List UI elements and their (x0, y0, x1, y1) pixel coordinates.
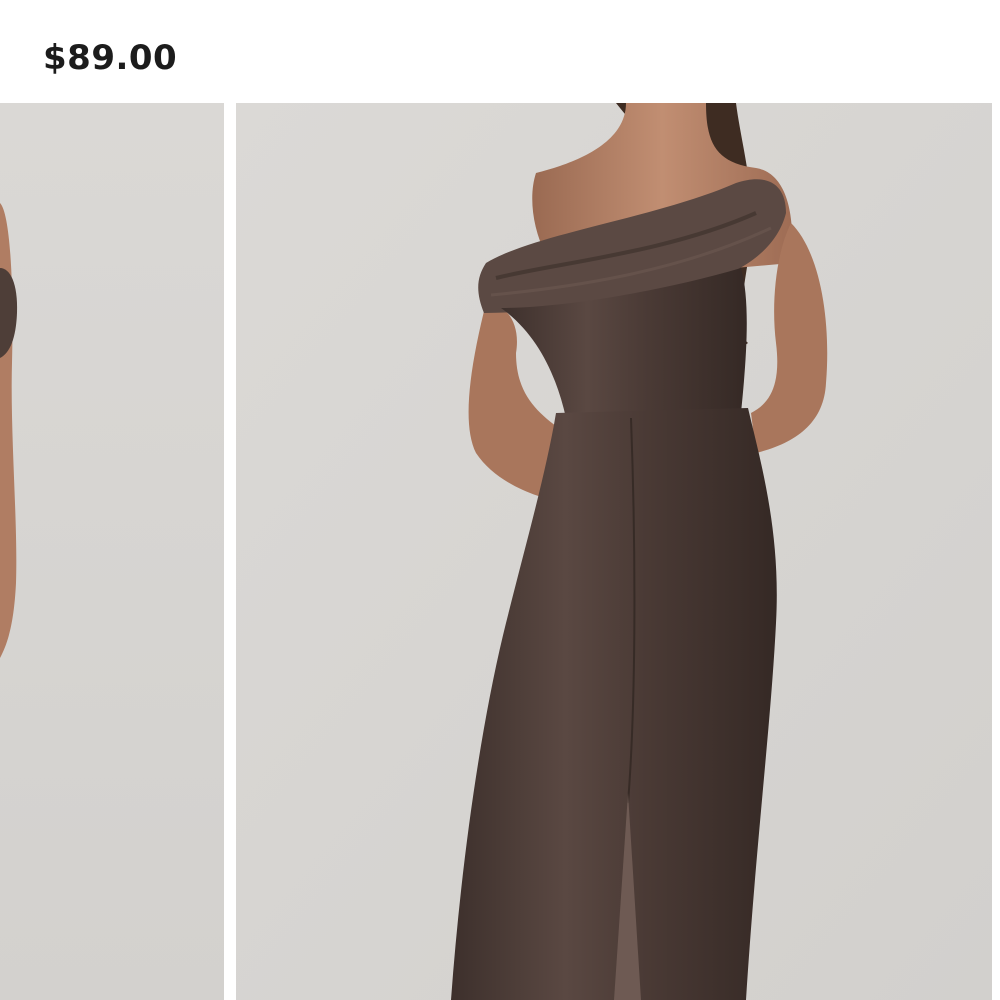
product-photo-back-view-icon (236, 103, 992, 1000)
product-photo-side-view-icon (0, 103, 224, 1000)
product-image-gallery[interactable] (0, 103, 1000, 1000)
gallery-image-main[interactable] (236, 103, 992, 1000)
product-price: $89.00 (43, 38, 178, 78)
gallery-image-previous[interactable] (0, 103, 224, 1000)
